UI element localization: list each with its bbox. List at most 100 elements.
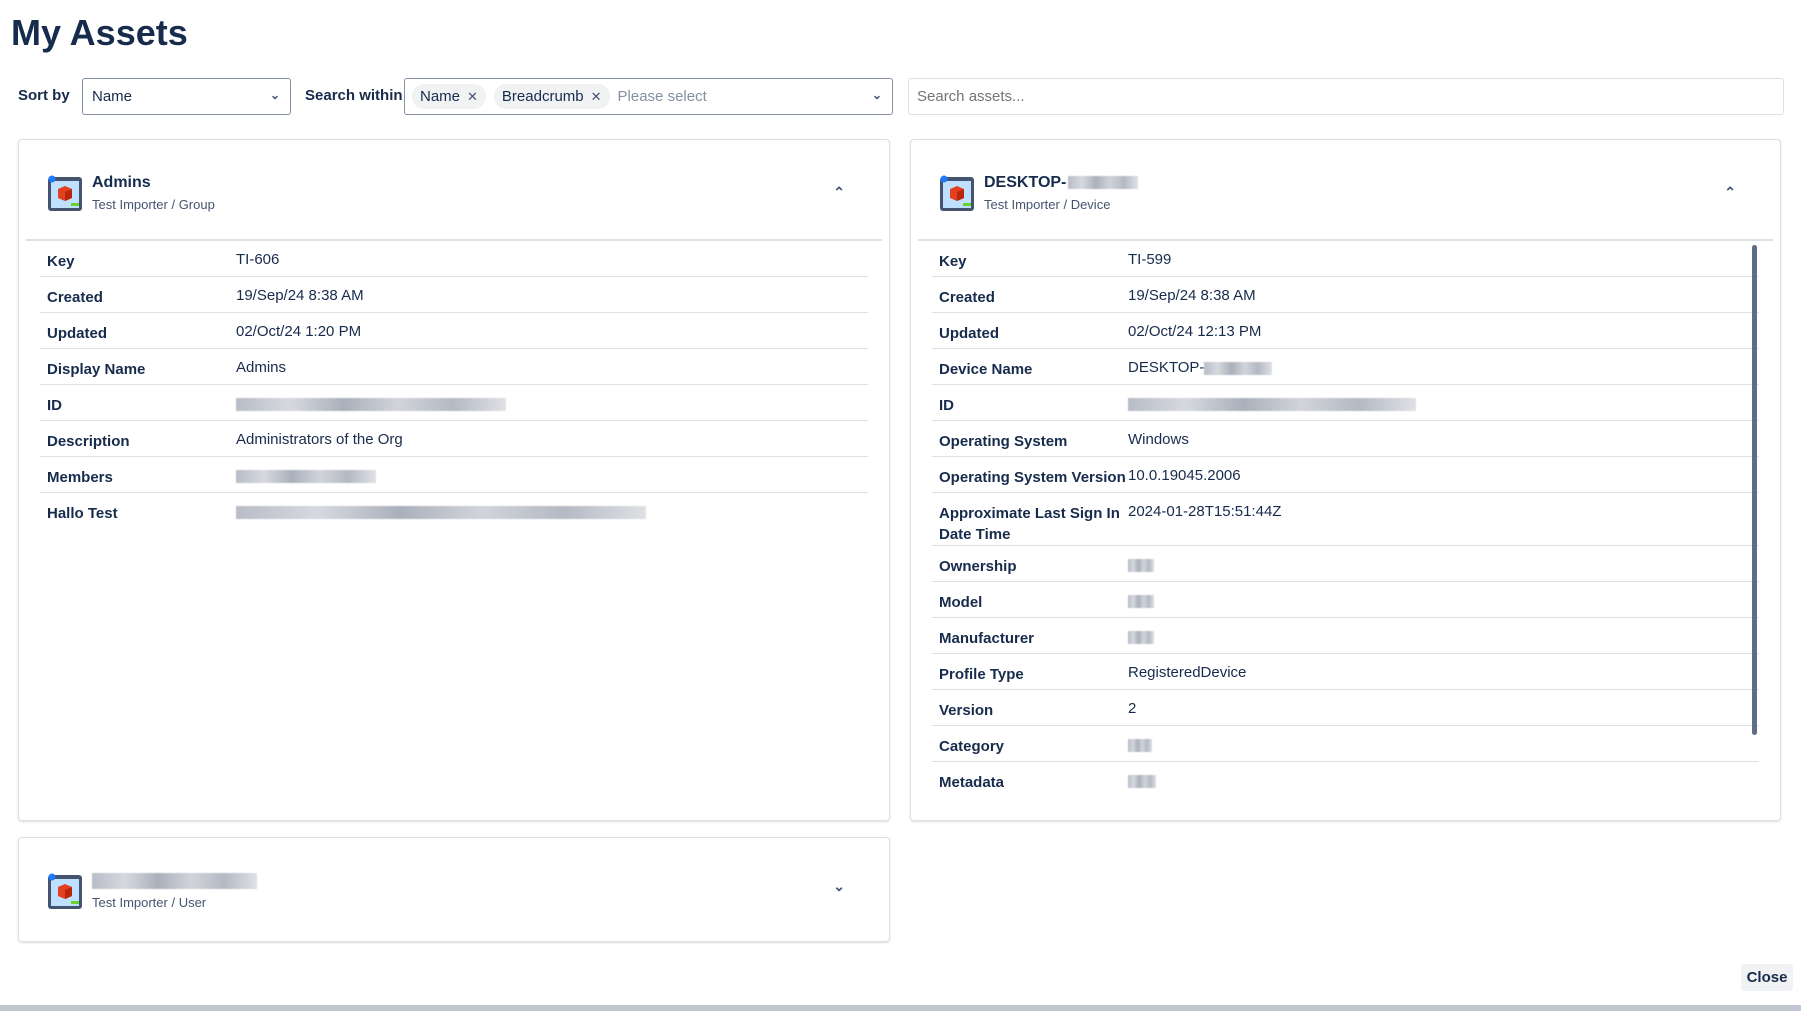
attribute-label: Description [47, 433, 130, 450]
attribute-label: Key [47, 253, 75, 270]
sort-by-select[interactable]: Name ⌄ [82, 78, 291, 115]
attribute-label: Model [939, 594, 983, 611]
card-header[interactable]: DESKTOP- Test Importer / Device [938, 173, 1139, 213]
attribute-value: 02/Oct/24 1:20 PM [236, 323, 362, 340]
attribute-value: Admins [236, 359, 287, 376]
attribute-row: Metadata [932, 762, 1759, 798]
chevron-up-icon[interactable]: ⌃ [1724, 184, 1736, 201]
attribute-value: TI-606 [236, 251, 280, 268]
attribute-label: Updated [939, 325, 999, 342]
attribute-row: Category [932, 726, 1759, 762]
attribute-label: Device Name [939, 361, 1033, 378]
redacted-value [236, 397, 506, 411]
search-within-placeholder: Please select [617, 88, 707, 105]
vertical-scrollbar[interactable] [1752, 245, 1757, 735]
card-title: Admins [92, 174, 151, 191]
redacted-value [1128, 558, 1154, 572]
attribute-label: Manufacturer [939, 630, 1035, 647]
attribute-label: Key [939, 253, 967, 270]
attribute-value: 10.0.19045.2006 [1128, 467, 1241, 484]
remove-tag-icon[interactable]: ✕ [467, 89, 478, 105]
attribute-row: Display Name Admins [40, 349, 868, 385]
attribute-label: Approximate Last Sign In Date Time [939, 505, 1120, 543]
remove-tag-icon[interactable]: ✕ [591, 89, 602, 105]
card-header[interactable]: Test Importer / User [46, 871, 257, 911]
attribute-label: Ownership [939, 558, 1017, 575]
attribute-label: ID [47, 397, 62, 414]
attribute-row: Model [932, 582, 1759, 618]
attribute-value: DESKTOP- [1128, 359, 1205, 376]
attribute-row: ID [40, 385, 868, 421]
redacted-value [1128, 630, 1154, 644]
card-subtitle: Test Importer / Device [984, 197, 1111, 212]
redacted-value [236, 469, 376, 483]
attribute-label: Created [47, 289, 103, 306]
attribute-label: Display Name [47, 361, 146, 378]
attribute-list: Key TI-606 Created 19/Sep/24 8:38 AM Updated… [40, 241, 868, 529]
search-within-select[interactable]: Name ✕ Breadcrumb ✕ Please select ⌄ [404, 78, 893, 115]
object-type-icon [48, 873, 82, 909]
attribute-value: 02/Oct/24 12:13 PM [1128, 323, 1262, 340]
attribute-label: Operating System Version [939, 469, 1126, 486]
attribute-row: Key TI-599 [932, 241, 1759, 277]
attribute-row: Operating System Windows [932, 421, 1759, 457]
attribute-value: 2024-01-28T15:51:44Z [1128, 503, 1282, 520]
redacted-value [1128, 774, 1156, 788]
search-within-label: Search within [305, 87, 403, 104]
attribute-row: Operating System Version 10.0.19045.2006 [932, 457, 1759, 493]
attribute-row: Description Administrators of the Org [40, 421, 868, 457]
redacted-value [1128, 397, 1416, 411]
attribute-row: Members [40, 457, 868, 493]
attribute-label: Updated [47, 325, 107, 342]
attribute-row: ID [932, 385, 1759, 421]
attribute-label: Category [939, 738, 1005, 755]
attribute-row: Version 2 [932, 690, 1759, 726]
redacted-value [1128, 738, 1152, 752]
attribute-row: Device Name DESKTOP- [932, 349, 1759, 385]
tag-name: Name ✕ [412, 84, 486, 109]
sort-by-label: Sort by [18, 87, 70, 104]
asset-card: Admins Test Importer / Group ⌃ Key TI-606 Cre… [18, 139, 890, 821]
attribute-value: 19/Sep/24 8:38 AM [236, 287, 364, 304]
attribute-label: Hallo Test [47, 505, 118, 522]
asset-card: Test Importer / User ⌄ [18, 837, 890, 942]
attribute-row: Hallo Test [40, 493, 868, 529]
attribute-row: Approximate Last Sign In Date Time 2024-0… [932, 493, 1759, 546]
search-assets-input[interactable] [908, 78, 1784, 115]
horizontal-scrollbar[interactable] [0, 1005, 1801, 1011]
attribute-value: RegisteredDevice [1128, 664, 1247, 681]
object-type-icon [940, 175, 974, 211]
attribute-label: Metadata [939, 774, 1005, 791]
attribute-row: Manufacturer [932, 618, 1759, 654]
card-title [92, 872, 257, 890]
close-button[interactable]: Close [1741, 964, 1793, 991]
redacted-value [1128, 594, 1154, 608]
attribute-value: TI-599 [1128, 251, 1172, 268]
asset-card: DESKTOP- Test Importer / Device ⌃ Key TI-599… [910, 139, 1781, 821]
attribute-value: 19/Sep/24 8:38 AM [1128, 287, 1256, 304]
attribute-value: Administrators of the Org [236, 431, 403, 448]
redacted-value [236, 505, 646, 519]
attribute-label: Operating System [939, 433, 1068, 450]
tag-label: Name [420, 88, 461, 105]
attribute-row: Created 19/Sep/24 8:38 AM [40, 277, 868, 313]
attribute-label: ID [939, 397, 954, 414]
card-header[interactable]: Admins Test Importer / Group [46, 173, 215, 213]
attribute-label: Profile Type [939, 666, 1024, 683]
page-title: My Assets [11, 12, 188, 53]
chevron-up-icon[interactable]: ⌃ [833, 184, 845, 201]
attribute-label: Version [939, 702, 994, 719]
attribute-row: Updated 02/Oct/24 1:20 PM [40, 313, 868, 349]
card-title: DESKTOP- [984, 174, 1139, 192]
attribute-label: Created [939, 289, 995, 306]
attribute-label: Members [47, 469, 113, 486]
card-subtitle: Test Importer / Group [92, 197, 215, 212]
object-type-icon [48, 175, 82, 211]
attribute-row: Key TI-606 [40, 241, 868, 277]
attribute-value: 2 [1128, 700, 1137, 717]
chevron-down-icon: ⌄ [871, 88, 882, 102]
chevron-down-icon[interactable]: ⌄ [833, 878, 845, 895]
attribute-value: Windows [1128, 431, 1189, 448]
chevron-down-icon: ⌄ [269, 88, 280, 102]
attribute-row: Profile Type RegisteredDevice [932, 654, 1759, 690]
